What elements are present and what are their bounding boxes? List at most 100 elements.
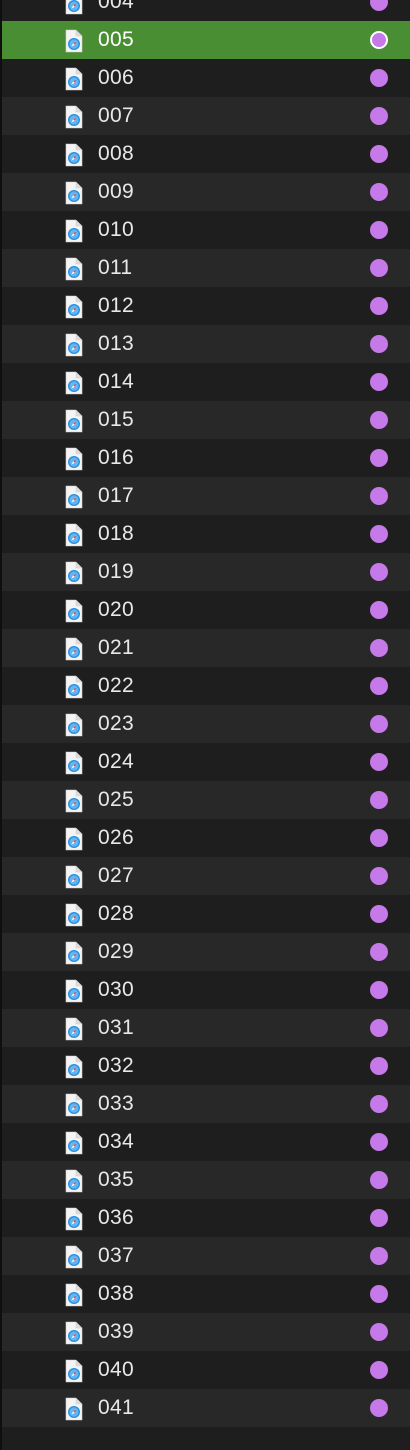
file-name: 035 (98, 1168, 134, 1191)
file-name: 033 (98, 1092, 134, 1115)
file-name: 029 (98, 940, 134, 963)
file-row[interactable]: 018 (2, 515, 410, 553)
file-row[interactable]: 004 (2, 0, 410, 21)
safari-document-icon (65, 219, 83, 243)
file-row[interactable]: 037 (2, 1237, 410, 1275)
file-row[interactable]: 007 (2, 97, 410, 135)
safari-document-icon (65, 485, 83, 509)
purple-tag-dot (370, 69, 388, 87)
file-row[interactable]: 036 (2, 1199, 410, 1237)
file-row[interactable]: 016 (2, 439, 410, 477)
file-row[interactable]: 006 (2, 59, 410, 97)
safari-document-icon (65, 67, 83, 91)
purple-tag-dot (370, 449, 388, 467)
file-name: 022 (98, 674, 134, 697)
file-name: 011 (98, 256, 133, 279)
safari-document-icon (65, 1017, 83, 1041)
file-row[interactable]: 023 (2, 705, 410, 743)
safari-document-icon (65, 29, 83, 53)
purple-tag-dot (370, 601, 388, 619)
purple-tag-dot (370, 0, 388, 11)
purple-tag-dot (370, 373, 388, 391)
file-row[interactable]: 013 (2, 325, 410, 363)
safari-document-icon (65, 0, 83, 15)
purple-tag-dot (370, 259, 388, 277)
file-row[interactable]: 008 (2, 135, 410, 173)
file-row[interactable]: 041 (2, 1389, 410, 1427)
file-row[interactable]: 028 (2, 895, 410, 933)
file-row[interactable]: 021 (2, 629, 410, 667)
file-name: 018 (98, 522, 134, 545)
safari-document-icon (65, 751, 83, 775)
file-name: 016 (98, 446, 134, 469)
safari-document-icon (65, 941, 83, 965)
file-name: 017 (98, 484, 134, 507)
file-row[interactable]: 005 (2, 21, 410, 59)
file-row[interactable]: 024 (2, 743, 410, 781)
file-row[interactable]: 030 (2, 971, 410, 1009)
file-row[interactable]: 039 (2, 1313, 410, 1351)
file-row[interactable]: 040 (2, 1351, 410, 1389)
safari-document-icon (65, 903, 83, 927)
safari-document-icon (65, 1207, 83, 1231)
file-row[interactable]: 033 (2, 1085, 410, 1123)
file-row[interactable]: 038 (2, 1275, 410, 1313)
purple-tag-dot (370, 487, 388, 505)
file-name: 019 (98, 560, 134, 583)
file-name: 014 (98, 370, 134, 393)
file-name: 027 (98, 864, 134, 887)
file-row[interactable]: 020 (2, 591, 410, 629)
file-name: 031 (98, 1016, 134, 1039)
safari-document-icon (65, 371, 83, 395)
file-row[interactable]: 015 (2, 401, 410, 439)
file-name: 007 (98, 104, 134, 127)
file-row[interactable]: 029 (2, 933, 410, 971)
safari-document-icon (65, 1055, 83, 1079)
safari-document-icon (65, 333, 83, 357)
safari-document-icon (65, 1245, 83, 1269)
safari-document-icon (65, 105, 83, 129)
file-name: 004 (98, 0, 134, 13)
purple-tag-dot (370, 335, 388, 353)
file-row[interactable]: 026 (2, 819, 410, 857)
file-row[interactable]: 031 (2, 1009, 410, 1047)
safari-document-icon (65, 143, 83, 167)
purple-tag-dot (370, 791, 388, 809)
file-name: 028 (98, 902, 134, 925)
purple-tag-dot (370, 867, 388, 885)
file-name: 036 (98, 1206, 134, 1229)
file-row[interactable]: 012 (2, 287, 410, 325)
safari-document-icon (65, 181, 83, 205)
purple-tag-dot (370, 31, 388, 49)
safari-document-icon (65, 1283, 83, 1307)
safari-document-icon (65, 865, 83, 889)
file-name: 006 (98, 66, 134, 89)
purple-tag-dot (370, 1285, 388, 1303)
file-row[interactable]: 032 (2, 1047, 410, 1085)
file-row[interactable]: 035 (2, 1161, 410, 1199)
safari-document-icon (65, 1321, 83, 1345)
safari-document-icon (65, 1397, 83, 1421)
file-row[interactable]: 034 (2, 1123, 410, 1161)
file-row[interactable]: 027 (2, 857, 410, 895)
safari-document-icon (65, 1169, 83, 1193)
file-row[interactable]: 019 (2, 553, 410, 591)
purple-tag-dot (370, 525, 388, 543)
file-row[interactable]: 017 (2, 477, 410, 515)
file-row[interactable]: 025 (2, 781, 410, 819)
purple-tag-dot (370, 183, 388, 201)
file-row[interactable]: 009 (2, 173, 410, 211)
file-name: 040 (98, 1358, 134, 1381)
purple-tag-dot (370, 1133, 388, 1151)
safari-document-icon (65, 523, 83, 547)
file-rows: 004 005 006 007 008 009 010 011 012 013 … (2, 0, 410, 1427)
safari-document-icon (65, 979, 83, 1003)
safari-document-icon (65, 599, 83, 623)
file-name: 026 (98, 826, 134, 849)
purple-tag-dot (370, 1019, 388, 1037)
file-row[interactable]: 022 (2, 667, 410, 705)
file-name: 023 (98, 712, 134, 735)
file-row[interactable]: 010 (2, 211, 410, 249)
file-row[interactable]: 011 (2, 249, 410, 287)
file-row[interactable]: 014 (2, 363, 410, 401)
